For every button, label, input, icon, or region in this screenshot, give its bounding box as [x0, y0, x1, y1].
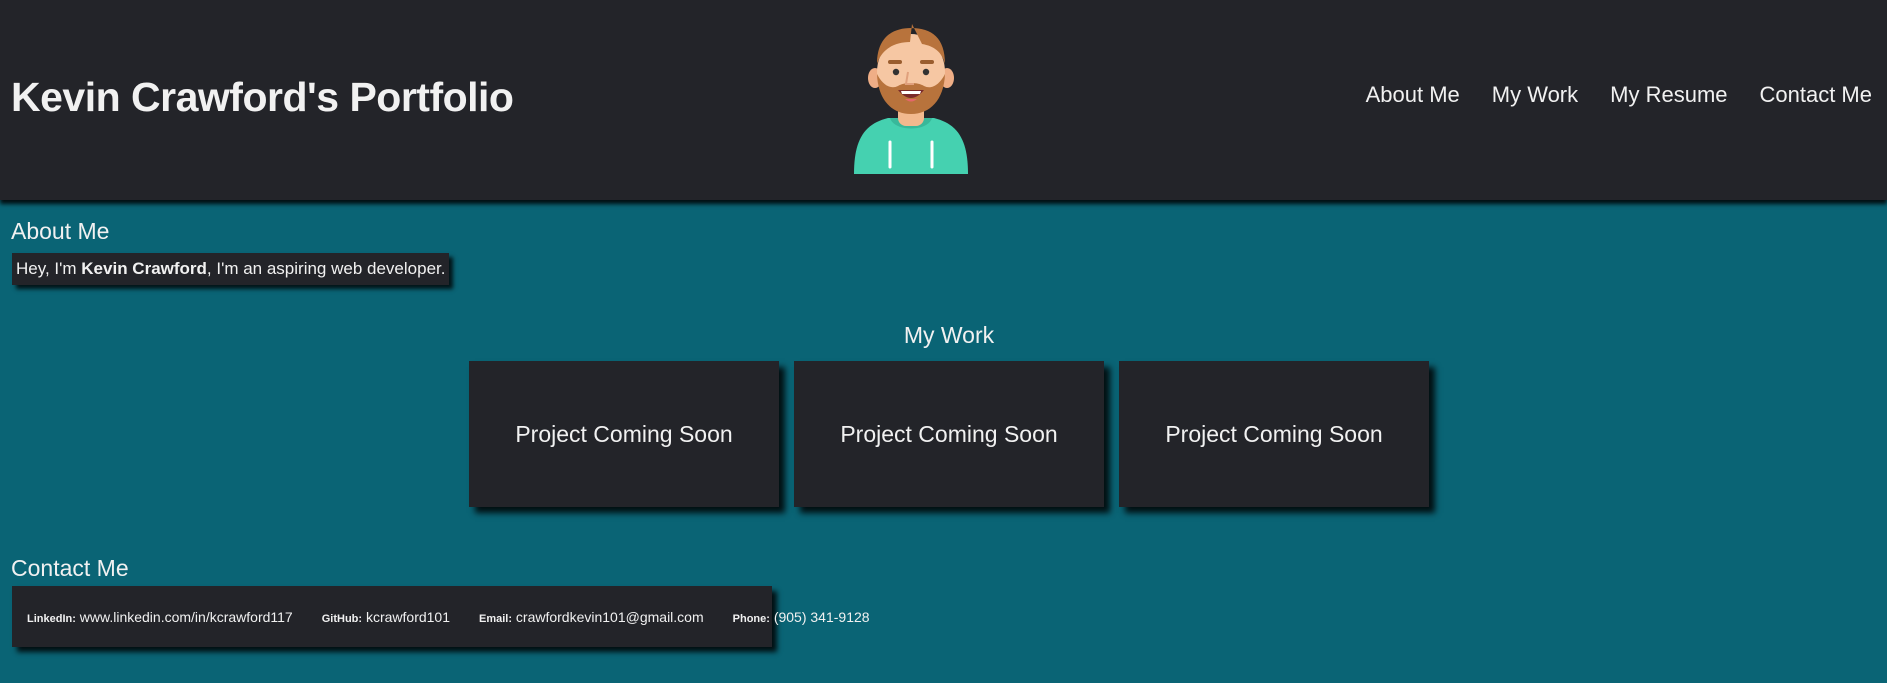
contact-email: Email: crawfordkevin101@gmail.com	[479, 609, 704, 625]
contact-value[interactable]: kcrawford101	[366, 609, 450, 625]
contact-phone: Phone: (905) 341-9128	[733, 609, 870, 625]
contact-value[interactable]: www.linkedin.com/in/kcrawford117	[80, 609, 293, 625]
nav-my-work[interactable]: My Work	[1492, 82, 1578, 108]
contact-label: GitHub:	[321, 612, 363, 625]
project-list: Project Coming Soon Project Coming Soon …	[469, 361, 1429, 507]
about-intro: Hey, I'm Kevin Crawford, I'm an aspiring…	[12, 253, 450, 285]
project-card[interactable]: Project Coming Soon	[469, 361, 779, 507]
project-card[interactable]: Project Coming Soon	[794, 361, 1104, 507]
contact-box: LinkedIn: www.linkedin.com/in/kcrawford1…	[12, 586, 870, 647]
contact-label: LinkedIn:	[27, 612, 76, 625]
avatar-icon	[854, 24, 968, 174]
about-heading: About Me	[11, 218, 110, 244]
contact-linkedin: LinkedIn: www.linkedin.com/in/kcrawford1…	[27, 609, 293, 625]
about-intro-suffix: , I'm an aspiring web developer.	[206, 259, 446, 278]
contact-label: Phone:	[732, 612, 770, 625]
contact-heading: Contact Me	[11, 555, 129, 581]
main-nav: About Me My Work My Resume Contact Me	[1366, 82, 1872, 108]
work-heading: My Work	[903, 322, 995, 348]
about-name: Kevin Crawford	[81, 259, 207, 278]
contact-value: (905) 341-9128	[773, 608, 870, 625]
nav-contact-me[interactable]: Contact Me	[1760, 82, 1873, 108]
contact-github: GitHub: kcrawford101	[322, 609, 450, 625]
nav-about-me[interactable]: About Me	[1366, 82, 1460, 108]
about-intro-prefix: Hey, I'm	[16, 259, 82, 278]
site-title: Kevin Crawford's Portfolio	[11, 74, 514, 120]
contact-label: Email:	[479, 612, 513, 625]
contact-value[interactable]: crawfordkevin101@gmail.com	[516, 609, 704, 625]
project-card[interactable]: Project Coming Soon	[1119, 361, 1429, 507]
nav-my-resume[interactable]: My Resume	[1610, 82, 1727, 108]
site-header: Kevin Crawford's Portfolio About Me My W…	[0, 0, 1887, 200]
